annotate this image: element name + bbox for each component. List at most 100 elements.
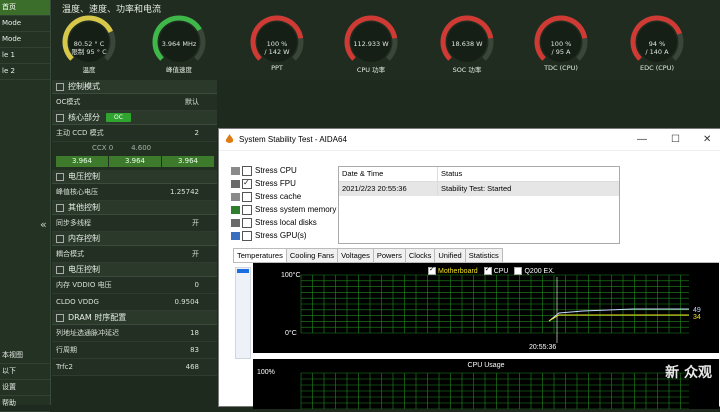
sidebar-item-mode-1[interactable]: Mode xyxy=(0,16,50,32)
stress-option[interactable]: Stress local disks xyxy=(231,217,317,229)
tab-bar: Temperatures Cooling Fans Voltages Power… xyxy=(233,248,503,263)
row-value: 开 xyxy=(192,250,199,258)
gauge-label: TDC (CPU) xyxy=(544,64,578,72)
row-label: 列地址选通脉冲延迟 xyxy=(56,329,119,337)
hardware-icon xyxy=(231,180,240,188)
gauge-value: 112.933 W xyxy=(353,40,389,48)
stress-option[interactable]: Stress FPU xyxy=(231,177,296,190)
stress-option[interactable]: Stress CPU xyxy=(231,165,297,177)
minimize-icon[interactable]: — xyxy=(637,129,647,150)
checkbox-icon xyxy=(56,82,64,91)
ccx-max: 4.600 xyxy=(131,144,152,152)
row-label: CLDO VDDG xyxy=(56,298,99,306)
row-cycle[interactable]: 行周期 83 xyxy=(52,342,217,359)
stress-checkbox[interactable] xyxy=(242,231,252,241)
row-value: 0 xyxy=(194,281,199,289)
stress-checkbox[interactable] xyxy=(242,192,252,202)
ccx-cell[interactable]: 3.964 xyxy=(109,156,161,167)
section-memory[interactable]: 内存控制 xyxy=(52,232,217,246)
log-row[interactable]: 2021/2/23 20:55:36 Stability Test: Start… xyxy=(339,182,619,196)
collapse-icon[interactable]: « xyxy=(40,218,47,231)
tab-cooling-fans[interactable]: Cooling Fans xyxy=(285,248,339,262)
row-smt[interactable]: 同步多线程 开 xyxy=(52,215,217,232)
gauge-label: PPT xyxy=(271,64,283,72)
section-control-mode[interactable]: 控制模式 xyxy=(52,80,217,94)
stress-option[interactable]: Stress system memory xyxy=(231,204,336,216)
gauge: 100 %/ 142 W PPT xyxy=(246,12,308,76)
gauge-label: 峰值速度 xyxy=(166,66,192,74)
stress-option[interactable]: Stress GPU(s) xyxy=(231,230,307,242)
sidebar-item-mode-2[interactable]: Mode xyxy=(0,32,50,48)
tab-powers[interactable]: Powers xyxy=(372,248,406,262)
tab-unified[interactable]: Unified xyxy=(434,248,466,262)
close-icon[interactable]: ✕ xyxy=(703,129,711,150)
row-label: 内存 VDDIO 电压 xyxy=(56,281,112,289)
stress-checkbox[interactable] xyxy=(242,166,252,176)
row-peak-voltage[interactable]: 峰值核心电压 1.25742 xyxy=(52,184,217,201)
row-label: 同步多线程 xyxy=(56,219,91,227)
row-ccd-mode[interactable]: 主动 CCD 模式 2 xyxy=(52,125,217,142)
tab-clocks[interactable]: Clocks xyxy=(404,248,436,262)
row-oc-mode[interactable]: OC模式 默认 xyxy=(52,94,217,111)
sidebar-item-home[interactable]: 首页 xyxy=(0,0,50,16)
ccx-header: CCX 0 4.600 xyxy=(92,144,151,152)
sidebar-item-view[interactable]: 本视图 xyxy=(0,348,50,364)
legend-checkbox[interactable] xyxy=(483,265,492,275)
temperature-graph: 100°C 0°C 20:55:36 49 34 Motherboard CPU… xyxy=(253,263,719,353)
temp-max-label: 100°C xyxy=(281,271,301,279)
log-header: Date & Time Status xyxy=(339,167,619,182)
row-label: 行周期 xyxy=(56,346,77,354)
section-dram[interactable]: DRAM 时序配置 xyxy=(52,311,217,325)
maximize-icon[interactable]: ☐ xyxy=(671,129,680,150)
hardware-icon xyxy=(231,219,240,227)
oc-badge: OC xyxy=(106,113,131,122)
row-coupled[interactable]: 耦合模式 开 xyxy=(52,246,217,263)
checkbox-icon xyxy=(56,313,64,322)
usage-max-label: 100% xyxy=(257,369,275,376)
sidebar-item-profile-2[interactable]: le 2 xyxy=(0,64,50,80)
scroll-thumb[interactable] xyxy=(237,269,249,273)
row-label: 耦合模式 xyxy=(56,250,84,258)
row-vddio[interactable]: 内存 VDDIO 电压 0 xyxy=(52,277,217,294)
tab-statistics[interactable]: Statistics xyxy=(464,248,503,262)
section-label: 控制模式 xyxy=(68,82,100,91)
legend-checkbox[interactable] xyxy=(514,267,523,275)
gauge-value: 18.638 W xyxy=(451,40,483,48)
sidebar-item-below[interactable]: 以下 xyxy=(0,364,50,380)
section-other[interactable]: 其他控制 xyxy=(52,201,217,215)
section-voltage[interactable]: 电压控制 xyxy=(52,170,217,184)
row-value: 开 xyxy=(192,219,199,227)
stress-label: Stress cache xyxy=(255,192,302,201)
ccx-cell[interactable]: 3.964 xyxy=(162,156,214,167)
status-log: Date & Time Status 2021/2/23 20:55:36 St… xyxy=(338,166,620,244)
sidebar-item-help[interactable]: 帮助 xyxy=(0,396,50,412)
sidebar-item-settings[interactable]: 设置 xyxy=(0,380,50,396)
watermark-logo: 新 众观 xyxy=(665,365,712,381)
section-volt-ctrl[interactable]: 电压控制 xyxy=(52,263,217,277)
ccx-cell[interactable]: 3.964 xyxy=(56,156,108,167)
stress-checkbox[interactable] xyxy=(242,205,252,215)
section-label: DRAM 时序配置 xyxy=(68,313,127,322)
gauge-value: 80.52 ° C 限制 95 ° C xyxy=(71,40,107,56)
usage-title: CPU Usage xyxy=(467,362,505,369)
gauge: 18.638 W SOC 功率 xyxy=(436,12,498,76)
ccx-label: CCX 0 xyxy=(92,144,114,152)
row-label: 主动 CCD 模式 xyxy=(56,129,104,137)
window-titlebar[interactable]: System Stability Test - AIDA64 — ☐ ✕ xyxy=(219,129,720,151)
row-cldo[interactable]: CLDO VDDG 0.9504 xyxy=(52,294,217,311)
sidebar-item-profile-1[interactable]: le 1 xyxy=(0,48,50,64)
log-date: 2021/2/23 20:55:36 xyxy=(339,182,438,196)
sidebar: 首页 Mode Mode le 1 le 2 本视图 以下 设置 帮助 xyxy=(0,0,51,412)
tab-temperatures[interactable]: Temperatures xyxy=(233,248,287,263)
row-value: 18 xyxy=(190,329,199,337)
row-value: 默认 xyxy=(185,98,199,106)
stress-checkbox[interactable] xyxy=(242,218,252,228)
stress-option[interactable]: Stress cache xyxy=(231,191,301,203)
tab-voltages[interactable]: Voltages xyxy=(337,248,374,262)
row-burst[interactable]: 列地址选通脉冲延迟 18 xyxy=(52,325,217,342)
row-trfc[interactable]: Trfc2 468 xyxy=(52,359,217,376)
section-core[interactable]: 核心部分 OC xyxy=(52,111,217,125)
graph-scroll-strip[interactable] xyxy=(235,267,251,359)
stress-checkbox[interactable] xyxy=(242,177,252,189)
legend-checkbox[interactable] xyxy=(428,265,436,275)
